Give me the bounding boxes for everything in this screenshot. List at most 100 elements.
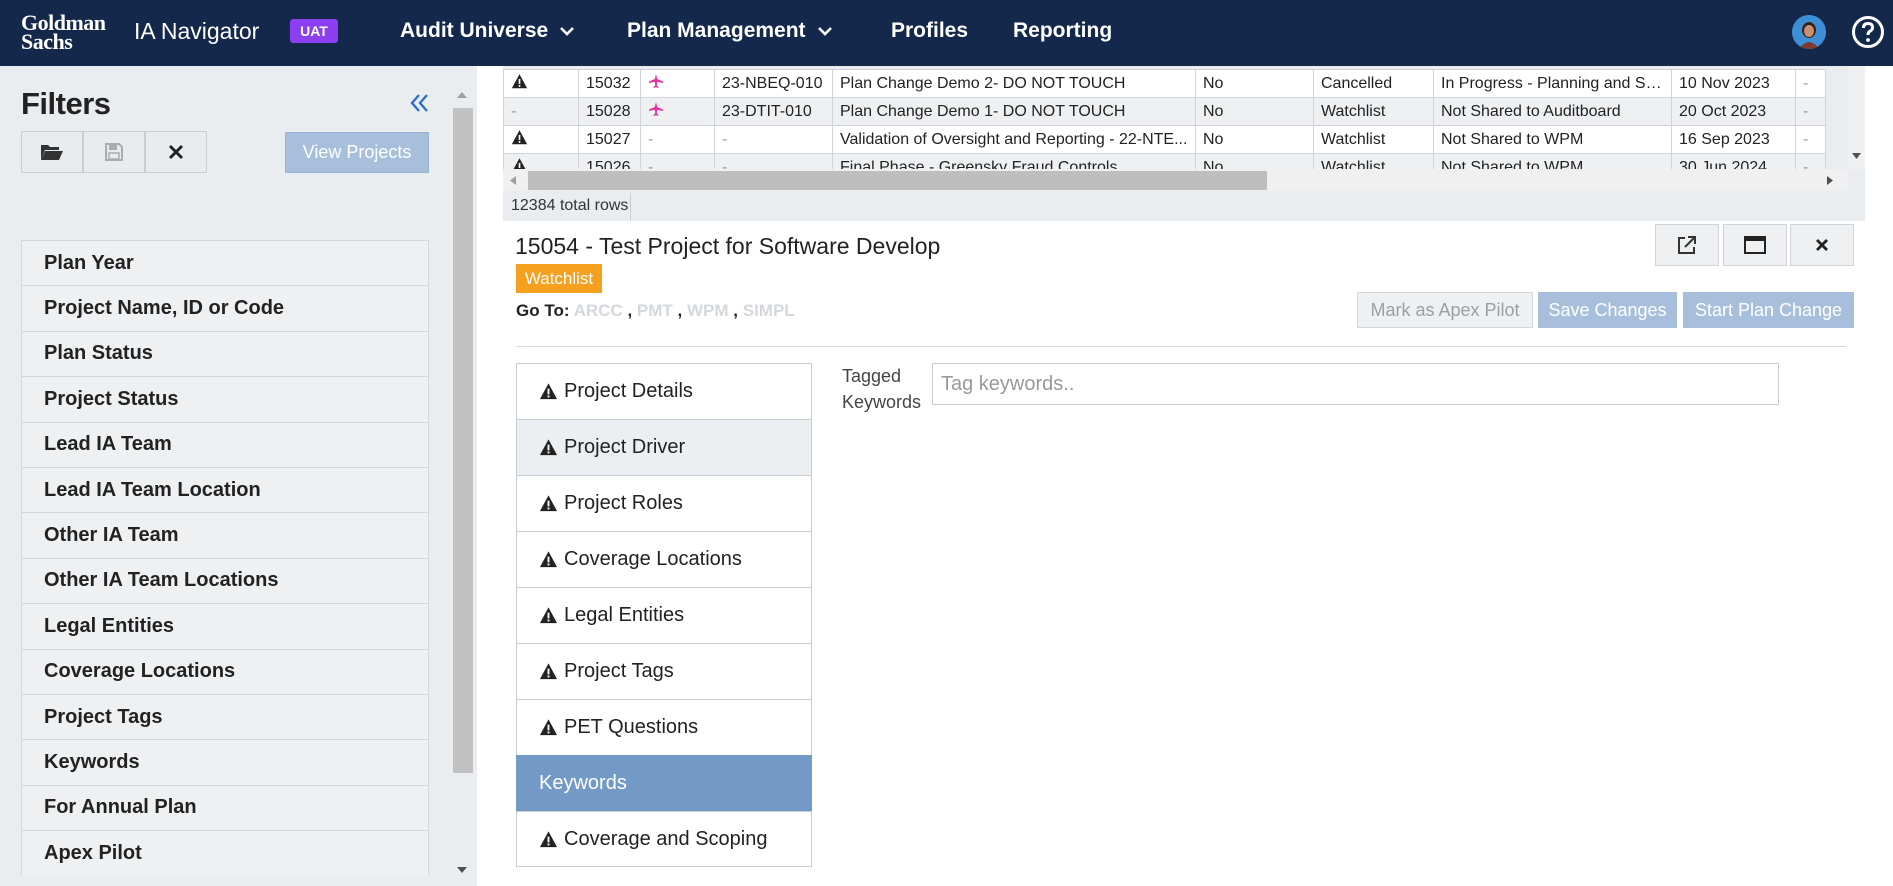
filter-item[interactable]: Plan Status	[21, 330, 429, 377]
chevron-down-icon	[817, 27, 832, 36]
grid-vertical-scrollbar[interactable]	[1848, 66, 1865, 169]
filter-item[interactable]: Other IA Team	[21, 512, 429, 558]
filter-item[interactable]: Lead IA Team Location	[21, 466, 429, 513]
filter-item[interactable]: Plan Year	[21, 240, 429, 286]
link-simpl[interactable]: SIMPL	[743, 301, 795, 320]
nav-label: Plan Management	[627, 19, 806, 42]
filters-panel: Filters View Projects Plan Year Project N…	[0, 66, 477, 886]
link-pmt[interactable]: PMT	[637, 301, 673, 320]
scroll-down-arrow-icon[interactable]	[456, 866, 468, 874]
tab-legal-entities[interactable]: Legal Entities	[516, 587, 812, 643]
tab-label: Coverage Locations	[564, 548, 742, 570]
view-projects-button[interactable]: View Projects	[285, 132, 429, 173]
goto-links: Go To: ARCC , PMT , WPM , SIMPL	[516, 301, 795, 321]
start-plan-change-button[interactable]: Start Plan Change	[1683, 292, 1854, 328]
open-in-new-window-button[interactable]	[1655, 224, 1719, 266]
tab-project-tags[interactable]: Project Tags	[516, 643, 812, 699]
tab-keywords[interactable]: Keywords	[516, 755, 812, 811]
tab-label: PET Questions	[564, 716, 699, 738]
filter-item[interactable]: Project Tags	[21, 693, 429, 740]
filter-item[interactable]: Keywords	[21, 739, 429, 785]
cell-flag: No	[1195, 69, 1314, 98]
filters-title: Filters	[21, 86, 111, 121]
nav-plan-management[interactable]: Plan Management	[627, 19, 834, 43]
cell-id: 15027	[578, 125, 641, 154]
close-icon	[168, 144, 184, 160]
tab-label: Coverage and Scoping	[564, 827, 768, 850]
cell-date: 10 Nov 2023	[1671, 69, 1796, 98]
open-filter-button[interactable]	[21, 131, 83, 173]
nav-audit-universe[interactable]: Audit Universe	[400, 19, 576, 43]
tab-label: Project Driver	[564, 436, 686, 458]
save-changes-button[interactable]: Save Changes	[1538, 292, 1677, 328]
divider	[630, 193, 631, 221]
tab-label: Project Details	[564, 380, 693, 402]
status-badge: Watchlist	[516, 264, 602, 293]
nav-reporting[interactable]: Reporting	[1013, 19, 1112, 43]
cell-date: 16 Sep 2023	[1671, 125, 1796, 154]
filter-item[interactable]: Other IA Team Locations	[21, 557, 429, 604]
filter-item[interactable]: Lead IA Team	[21, 421, 429, 467]
scroll-right-arrow-icon[interactable]	[1826, 175, 1834, 186]
table-row[interactable]: -15028 23-DTIT-010 Plan Change Demo 1- DO …	[503, 97, 1826, 126]
cell-status: Watchlist	[1313, 97, 1434, 126]
filter-item[interactable]: Project Name, ID or Code	[21, 285, 429, 331]
filter-item[interactable]: Apex Pilot	[21, 830, 429, 876]
sidebar-scroll-thumb[interactable]	[453, 108, 473, 773]
tab-label: Project Roles	[564, 492, 683, 514]
detail-tabs: Project Details Project Driver Project Rol…	[516, 363, 812, 867]
cell-date: 20 Oct 2023	[1671, 97, 1796, 126]
airplane-icon	[649, 102, 663, 116]
folder-open-icon	[41, 145, 63, 160]
save-icon	[105, 143, 123, 161]
grid-horizontal-scroll-thumb[interactable]	[528, 171, 1267, 190]
filter-item[interactable]: Coverage Locations	[21, 648, 429, 694]
cell-name: Plan Change Demo 1- DO NOT TOUCH	[832, 97, 1196, 126]
help-icon[interactable]	[1851, 15, 1885, 49]
link-arcc[interactable]: ARCC	[574, 301, 623, 320]
save-filter-button[interactable]	[83, 131, 145, 173]
mark-apex-pilot-button[interactable]: Mark as Apex Pilot	[1357, 292, 1533, 328]
goldman-sachs-logo[interactable]: Goldman Sachs	[21, 12, 106, 53]
warning-icon	[539, 607, 558, 624]
keywords-input[interactable]: Tag keywords..	[932, 363, 1779, 405]
cell-stage: Not Shared to Auditboard	[1433, 97, 1672, 126]
scroll-up-arrow-icon[interactable]	[456, 91, 468, 99]
link-wpm[interactable]: WPM	[687, 301, 729, 320]
plane-cell	[640, 97, 715, 126]
tab-coverage-and-scoping[interactable]: Coverage and Scoping	[516, 811, 812, 867]
maximize-button[interactable]	[1723, 224, 1787, 266]
warning-icon	[511, 73, 528, 88]
filter-item[interactable]: Legal Entities	[21, 603, 429, 649]
filter-item[interactable]: Project Status	[21, 376, 429, 422]
cell-more: -	[1795, 125, 1826, 154]
warning-icon	[539, 830, 558, 847]
separator: ,	[733, 301, 739, 320]
cell-flag: No	[1195, 97, 1314, 126]
app-name[interactable]: IA Navigator	[134, 18, 259, 44]
table-row[interactable]: 15032 23-NBEQ-010 Plan Change Demo 2- DO N…	[503, 69, 1826, 98]
filter-item[interactable]: For Annual Plan	[21, 784, 429, 831]
cell-code: -	[714, 125, 833, 154]
nav-label: Audit Universe	[400, 19, 549, 42]
tab-pet-questions[interactable]: PET Questions	[516, 699, 812, 755]
scroll-down-arrow-icon[interactable]	[1851, 152, 1862, 160]
double-chevron-left-icon[interactable]	[408, 91, 432, 115]
cell-status: Cancelled	[1313, 69, 1434, 98]
divider	[516, 346, 1846, 347]
tab-project-roles[interactable]: Project Roles	[516, 475, 812, 531]
nav-label: Profiles	[891, 19, 969, 42]
table-row[interactable]: 15027- - Validation of Oversight and Repor…	[503, 125, 1826, 154]
goto-label: Go To:	[516, 301, 570, 320]
close-detail-button[interactable]	[1790, 224, 1854, 266]
tab-coverage-locations[interactable]: Coverage Locations	[516, 531, 812, 587]
clear-filter-button[interactable]	[145, 131, 207, 173]
scroll-left-arrow-icon[interactable]	[509, 175, 517, 186]
nav-profiles[interactable]: Profiles	[891, 19, 968, 43]
tab-project-driver[interactable]: Project Driver	[516, 419, 812, 475]
maximize-window-icon	[1744, 236, 1766, 254]
user-avatar-icon[interactable]	[1792, 15, 1826, 49]
tab-project-details[interactable]: Project Details	[516, 363, 812, 419]
separator: ,	[627, 301, 633, 320]
projects-table: 15032 23-NBEQ-010 Plan Change Demo 2- DO N…	[503, 69, 1826, 182]
